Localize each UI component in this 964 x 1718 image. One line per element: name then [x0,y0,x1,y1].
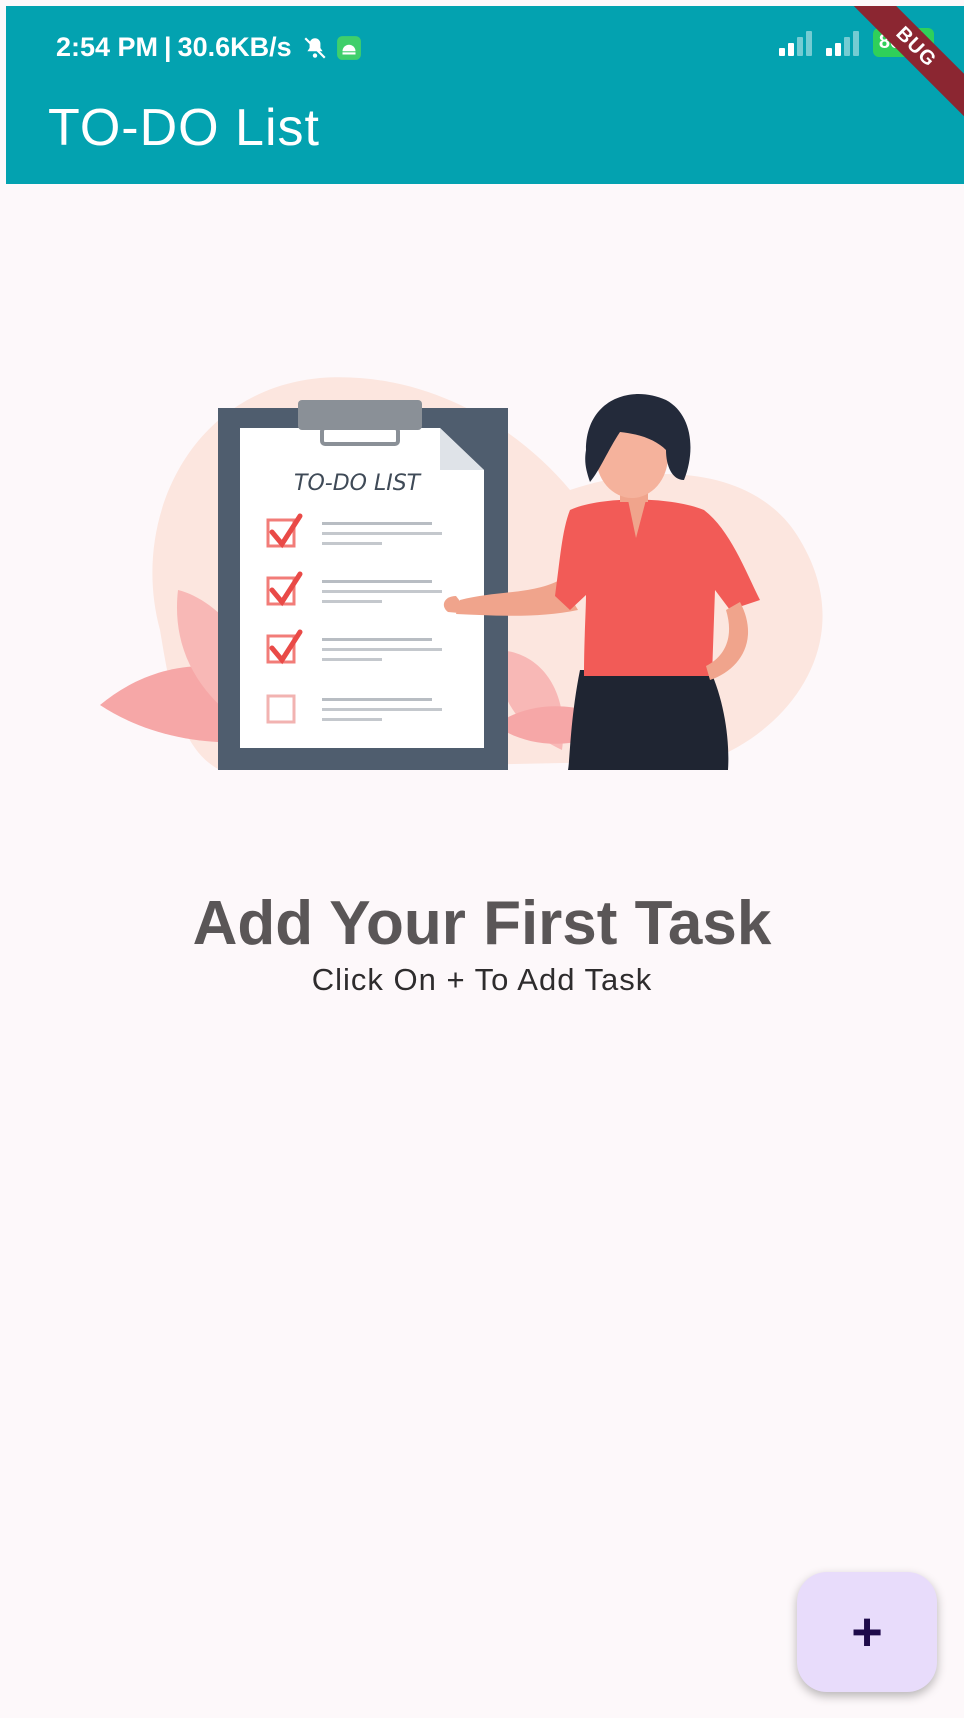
android-app-icon [336,35,361,60]
status-network-speed: 30.6KB/s [177,32,292,62]
debug-banner: BUG [834,6,964,129]
plus-icon: + [851,1602,883,1662]
signal-icon [778,30,812,56]
status-time: 2:54 PM [56,32,159,62]
empty-state-title: Add Your First Task [192,889,772,958]
mute-icon [304,36,326,59]
status-separator: | [164,32,172,62]
status-bar-left: 2:54 PM | 30.6KB/s [56,32,362,63]
app-bar: 2:54 PM | 30.6KB/s 86 ⚡ TO-DO L [6,6,964,184]
add-task-button[interactable]: + [797,1572,937,1692]
empty-state-subtitle: Click On + To Add Task [311,962,653,997]
clipboard-heading: TO-DO LIST [294,471,422,496]
page-title: TO-DO List [48,99,320,157]
clipboard-clip [298,400,422,430]
signal-icon [825,30,859,56]
todo-illustration: TO-DO LIST [100,377,823,770]
woman-skirt [568,670,729,770]
